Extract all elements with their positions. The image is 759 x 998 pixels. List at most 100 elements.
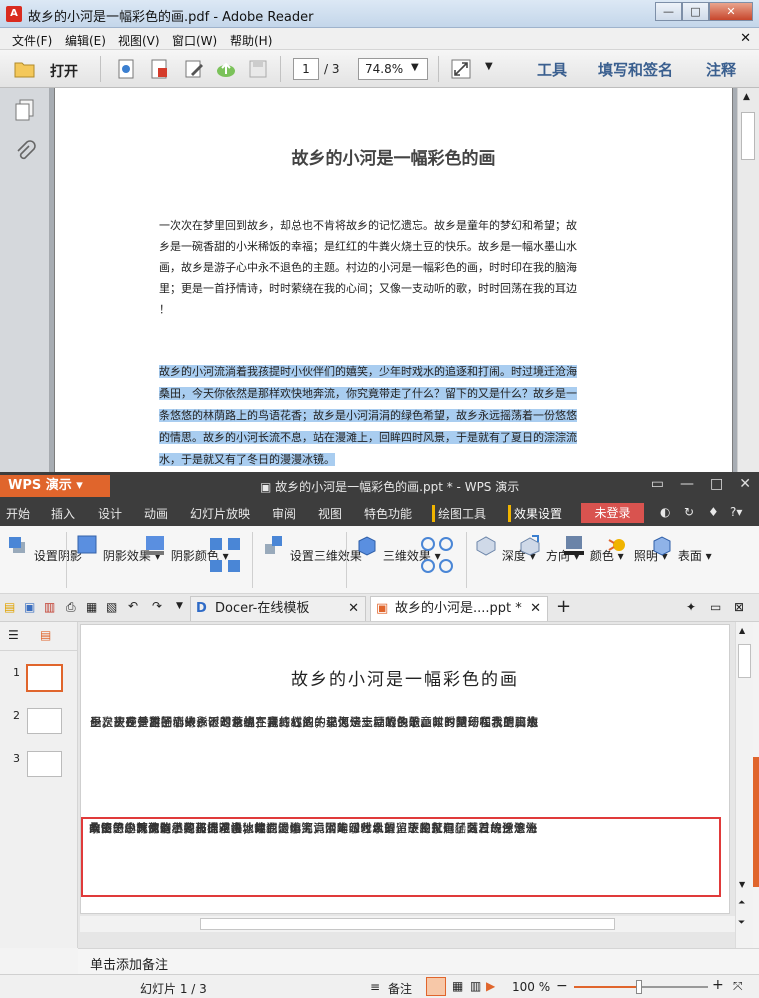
scroll-down-icon[interactable]: ▼	[739, 880, 745, 889]
pin-icon[interactable]: ✦	[686, 600, 696, 614]
tab-insert[interactable]: 插入	[51, 505, 75, 522]
side-panel-tab[interactable]	[753, 757, 759, 887]
zoom-level[interactable]: 100 %	[512, 980, 550, 994]
surface-button[interactable]: 表面 ▾	[650, 534, 712, 564]
wps-app-menu-button[interactable]: WPS 演示 ▾	[0, 475, 110, 497]
edit-pdf-icon[interactable]	[183, 58, 205, 80]
tab-animation[interactable]: 动画	[144, 505, 168, 522]
tab-drawing-tools[interactable]: 绘图工具	[432, 505, 486, 522]
tab-effects[interactable]: 效果设置	[508, 505, 562, 522]
minimize-button[interactable]: —	[655, 2, 682, 21]
fill-sign-pane-button[interactable]: 填写和签名	[598, 59, 673, 80]
close-button[interactable]: ✕	[709, 2, 753, 21]
slide-title[interactable]: 故乡的小河是一幅彩色的画	[81, 665, 729, 690]
tab-review[interactable]: 审阅	[272, 505, 296, 522]
print-icon[interactable]: ⎙	[66, 600, 76, 615]
page-number-input[interactable]: 1	[293, 58, 319, 80]
notes-toggle-icon[interactable]: ≡	[370, 980, 380, 994]
fit-window-icon[interactable]: ⤧	[733, 979, 743, 994]
shadow-nudge-icons[interactable]	[208, 536, 244, 576]
slide-thumbnail-3[interactable]	[27, 751, 62, 777]
reading-view-icon[interactable]: ▥	[470, 979, 481, 993]
notes-placeholder: 单击添加备注	[90, 958, 169, 973]
qat-more-icon[interactable]: ▼	[176, 601, 183, 611]
maximize-button[interactable]: □	[682, 2, 709, 21]
export-pdf-icon[interactable]: ▥	[44, 600, 55, 614]
scroll-thumb[interactable]	[741, 112, 755, 160]
tab-list-icon[interactable]: ▭	[710, 600, 721, 614]
zoom-slider-handle[interactable]	[636, 980, 642, 994]
skin-icon[interactable]: ◐	[660, 505, 670, 519]
login-button[interactable]: 未登录	[581, 503, 644, 523]
sync-icon[interactable]: ↻	[684, 505, 694, 519]
scroll-up-icon[interactable]: ▲	[743, 92, 750, 102]
sorter-view-icon[interactable]: ▦	[452, 979, 463, 993]
tab-current-document[interactable]: ▣ 故乡的小河是....ppt * ✕	[370, 596, 548, 621]
save-icon[interactable]: ▣	[24, 600, 35, 614]
3d-rotate-icons[interactable]	[418, 534, 458, 578]
close-all-icon[interactable]: ⊠	[734, 600, 744, 614]
slide-thumbnail-1[interactable]	[26, 664, 63, 692]
tab-view[interactable]: 视图	[318, 505, 342, 522]
menu-edit[interactable]: 编辑(E)	[65, 32, 106, 49]
paragraph-2-selected[interactable]: 故乡的小河流淌着我孩提时小伙伴们的嬉笑，少年时戏水的追逐和打闹。时过境迁沧海 桑…	[159, 361, 577, 471]
tab-slideshow[interactable]: 幻灯片放映	[190, 505, 250, 522]
undo-icon[interactable]: ↶	[128, 599, 138, 613]
slide-horizontal-scrollbar[interactable]	[80, 916, 735, 932]
minimize-icon[interactable]: —	[680, 476, 694, 492]
zoom-out-icon[interactable]: −	[556, 978, 568, 994]
new-tab-icon[interactable]: +	[556, 596, 571, 617]
notes-pane[interactable]: 单击添加备注	[78, 948, 759, 974]
prev-slide-icon[interactable]: ⏶	[738, 898, 745, 908]
open-button[interactable]: 打开	[14, 58, 90, 82]
pages-panel-icon[interactable]	[14, 98, 36, 122]
restore-tiles-icon[interactable]: ▭	[651, 476, 664, 492]
menu-help[interactable]: 帮助(H)	[230, 32, 272, 49]
close-tab-icon[interactable]: ✕	[530, 597, 541, 621]
toolbar-more-icon[interactable]: ▼	[485, 61, 493, 72]
doc-close-icon[interactable]: ✕	[740, 31, 751, 46]
tab-features[interactable]: 特色功能	[364, 505, 412, 522]
tools-pane-button[interactable]: 工具	[537, 59, 567, 80]
slides-view-icon[interactable]: ▤	[40, 628, 51, 642]
attachment-icon[interactable]	[14, 140, 36, 164]
outline-view-icon[interactable]: ☰	[8, 628, 19, 642]
tab-home[interactable]: 开始	[6, 505, 30, 522]
menu-window[interactable]: 窗口(W)	[172, 32, 217, 49]
save-icon[interactable]	[247, 58, 269, 80]
tab-design[interactable]: 设计	[98, 505, 122, 522]
menu-view[interactable]: 视图(V)	[118, 32, 160, 49]
comment-pane-button[interactable]: 注释	[706, 59, 736, 80]
export-pdf-icon[interactable]	[148, 58, 170, 80]
create-pdf-icon[interactable]	[115, 58, 137, 80]
slide-thumbnail-2[interactable]	[27, 708, 62, 734]
help-icon[interactable]: ?▾	[730, 505, 742, 519]
shirt-icon[interactable]: ♦	[708, 505, 719, 519]
play-slideshow-icon[interactable]: ▶	[486, 979, 495, 993]
zoom-in-icon[interactable]: +	[712, 977, 724, 993]
document-icon: ▣	[260, 480, 272, 494]
zoom-select[interactable]: 74.8% ▼	[358, 58, 428, 80]
scroll-thumb[interactable]	[738, 644, 751, 678]
close-icon[interactable]: ✕	[739, 476, 751, 492]
tab-docer-templates[interactable]: D Docer-在线模板 ✕	[190, 596, 366, 621]
redo-icon[interactable]: ↷	[152, 599, 162, 613]
slide-vertical-scrollbar[interactable]: ▲ ▼ ⏶ ⏷	[735, 622, 753, 948]
scroll-up-icon[interactable]: ▲	[739, 626, 745, 635]
spellcheck-icon[interactable]: ▧	[106, 600, 117, 614]
page-total: / 3	[324, 62, 340, 76]
print-preview-icon[interactable]: ▦	[86, 600, 97, 614]
cloud-upload-icon[interactable]	[215, 58, 237, 80]
set-shadow-button[interactable]: 设置阴影	[6, 534, 82, 564]
maximize-icon[interactable]: □	[710, 476, 723, 492]
next-slide-icon[interactable]: ⏷	[738, 918, 745, 928]
open-folder-icon[interactable]: ▤	[4, 600, 15, 614]
fullscreen-icon[interactable]	[450, 58, 472, 80]
notes-toggle-label[interactable]: 备注	[388, 980, 412, 997]
h-scroll-thumb[interactable]	[200, 918, 615, 930]
normal-view-icon[interactable]	[426, 977, 446, 996]
selected-text-box[interactable]: 故乡的小河流淌着我孩提时小伙伴们的嬉笑，少年时戏水的追逐和打闹。时过境迁沧海 桑…	[81, 817, 721, 897]
menu-file[interactable]: 文件(F)	[12, 32, 52, 49]
close-tab-icon[interactable]: ✕	[348, 597, 359, 621]
reader-vertical-scrollbar[interactable]: ▲	[737, 88, 759, 472]
